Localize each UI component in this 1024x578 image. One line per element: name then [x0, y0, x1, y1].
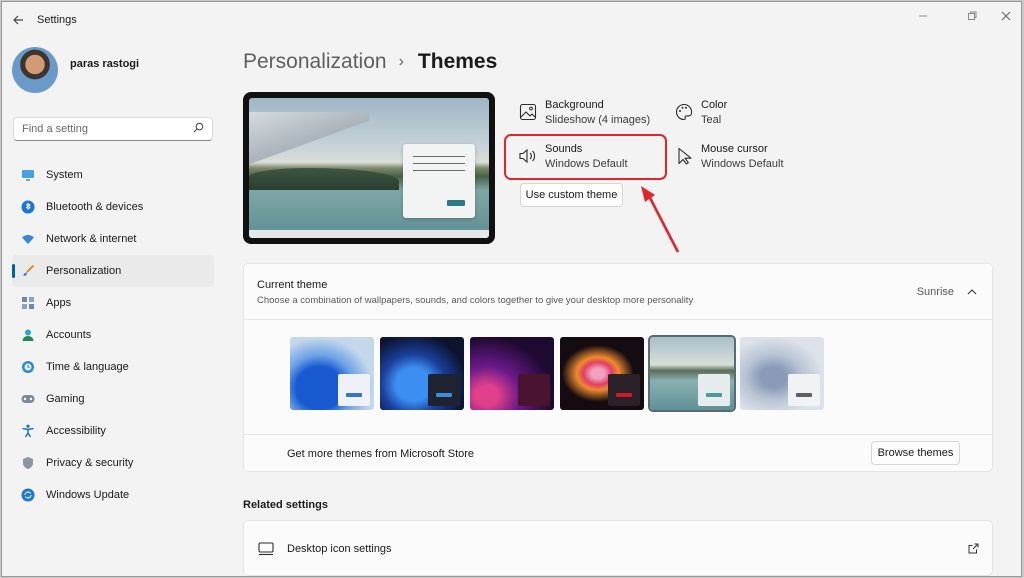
theme-thumb-captured-motion[interactable]: [560, 337, 644, 410]
color-setting[interactable]: Color Teal: [673, 98, 727, 128]
store-themes-text: Get more themes from Microsoft Store: [287, 448, 475, 460]
shield-icon: [20, 455, 36, 471]
search-icon[interactable]: [193, 122, 204, 136]
theme-thumbnails: [290, 335, 830, 412]
use-custom-theme-button[interactable]: Use custom theme: [520, 183, 623, 207]
clock-globe-icon: [20, 359, 36, 375]
current-theme-name: Sunrise: [916, 286, 954, 298]
current-theme-description: Choose a combination of wallpapers, soun…: [257, 295, 694, 306]
brush-icon: [20, 263, 36, 279]
theme-thumb-sunrise[interactable]: [648, 335, 736, 412]
related-settings-heading: Related settings: [243, 499, 328, 511]
breadcrumb-parent[interactable]: Personalization: [243, 50, 387, 74]
desktop-icon-settings-row[interactable]: Desktop icon settings: [243, 520, 993, 576]
chevron-up-icon[interactable]: [964, 284, 980, 300]
user-name: paras rastogi: [70, 58, 140, 70]
cursor-icon: [673, 145, 695, 167]
annotation-arrow: [641, 186, 680, 253]
back-arrow-icon[interactable]: [8, 10, 28, 30]
theme-thumb-flow[interactable]: [740, 337, 824, 410]
background-value: Slideshow (4 images): [545, 114, 651, 126]
annotation-highlight-box: [504, 134, 667, 180]
sidebar-item-label: Bluetooth & devices: [46, 201, 144, 213]
avatar: [12, 47, 58, 93]
image-icon: [517, 101, 539, 123]
sidebar-nav: System Bluetooth & devices Network & int…: [12, 159, 214, 511]
sidebar-item-system[interactable]: System: [12, 159, 214, 191]
minimize-icon[interactable]: [908, 6, 938, 26]
person-icon: [20, 327, 36, 343]
sidebar-item-privacy-security[interactable]: Privacy & security: [12, 447, 214, 479]
sidebar-item-accessibility[interactable]: Accessibility: [12, 415, 214, 447]
sidebar-item-label: Accessibility: [46, 425, 106, 437]
theme-preview: [243, 92, 495, 244]
background-setting[interactable]: Background Slideshow (4 images): [517, 98, 650, 128]
theme-thumb-glow[interactable]: [470, 337, 554, 410]
sidebar-item-bluetooth[interactable]: Bluetooth & devices: [12, 191, 214, 223]
desktop-icon-settings-label: Desktop icon settings: [287, 543, 392, 555]
microsoft-store-row: Get more themes from Microsoft Store Bro…: [244, 434, 992, 473]
browse-themes-button[interactable]: Browse themes: [871, 441, 960, 465]
sidebar-item-apps[interactable]: Apps: [12, 287, 214, 319]
settings-window: Settings paras rastogi System: [1, 1, 1022, 577]
sidebar-item-time-language[interactable]: Time & language: [12, 351, 214, 383]
color-title: Color: [701, 99, 728, 111]
sidebar-item-label: System: [46, 169, 83, 181]
mouse-cursor-setting[interactable]: Mouse cursor Windows Default: [673, 142, 784, 172]
sidebar-item-label: Windows Update: [46, 489, 130, 501]
theme-thumb-windows-dark[interactable]: [380, 337, 464, 410]
user-profile[interactable]: paras rastogi: [12, 47, 139, 93]
sidebar-item-label: Apps: [46, 297, 72, 309]
apps-icon: [20, 295, 36, 311]
sidebar-item-gaming[interactable]: Gaming: [12, 383, 214, 415]
wifi-icon: [20, 231, 36, 247]
sidebar-item-accounts[interactable]: Accounts: [12, 319, 214, 351]
palette-icon: [673, 101, 695, 123]
sidebar-item-label: Accounts: [46, 329, 92, 341]
breadcrumb: Personalization › Themes: [243, 50, 497, 74]
current-theme-header[interactable]: Current theme Choose a combination of wa…: [244, 264, 992, 320]
mouse-cursor-value: Windows Default: [701, 158, 784, 170]
sidebar-item-label: Gaming: [46, 393, 85, 405]
mouse-cursor-title: Mouse cursor: [701, 143, 768, 155]
sidebar-item-network[interactable]: Network & internet: [12, 223, 214, 255]
breadcrumb-separator: ›: [398, 53, 404, 70]
close-icon[interactable]: [991, 6, 1021, 26]
app-title: Settings: [37, 14, 77, 26]
background-title: Background: [545, 99, 604, 111]
sidebar-item-label: Personalization: [46, 265, 122, 277]
current-theme-title: Current theme: [257, 279, 328, 291]
accessibility-icon: [20, 423, 36, 439]
sidebar-item-label: Network & internet: [46, 233, 137, 245]
bluetooth-icon: [20, 199, 36, 215]
restore-icon[interactable]: [957, 6, 987, 26]
sidebar-item-windows-update[interactable]: Windows Update: [12, 479, 214, 511]
title-bar: Settings: [2, 2, 1021, 36]
monitor-icon: [20, 167, 36, 183]
theme-thumb-windows-light[interactable]: [290, 337, 374, 410]
sidebar-item-label: Time & language: [46, 361, 129, 373]
sidebar-item-personalization[interactable]: Personalization: [12, 255, 214, 287]
gamepad-icon: [20, 391, 36, 407]
desktop-icon: [257, 541, 275, 557]
search-input[interactable]: [22, 123, 193, 135]
update-icon: [20, 487, 36, 503]
sidebar-item-label: Privacy & security: [46, 457, 134, 469]
open-external-icon[interactable]: [966, 541, 980, 555]
page-title: Themes: [417, 50, 498, 73]
current-theme-card: Current theme Choose a combination of wa…: [243, 263, 993, 472]
color-value: Teal: [701, 114, 722, 126]
search-box[interactable]: [13, 117, 213, 141]
